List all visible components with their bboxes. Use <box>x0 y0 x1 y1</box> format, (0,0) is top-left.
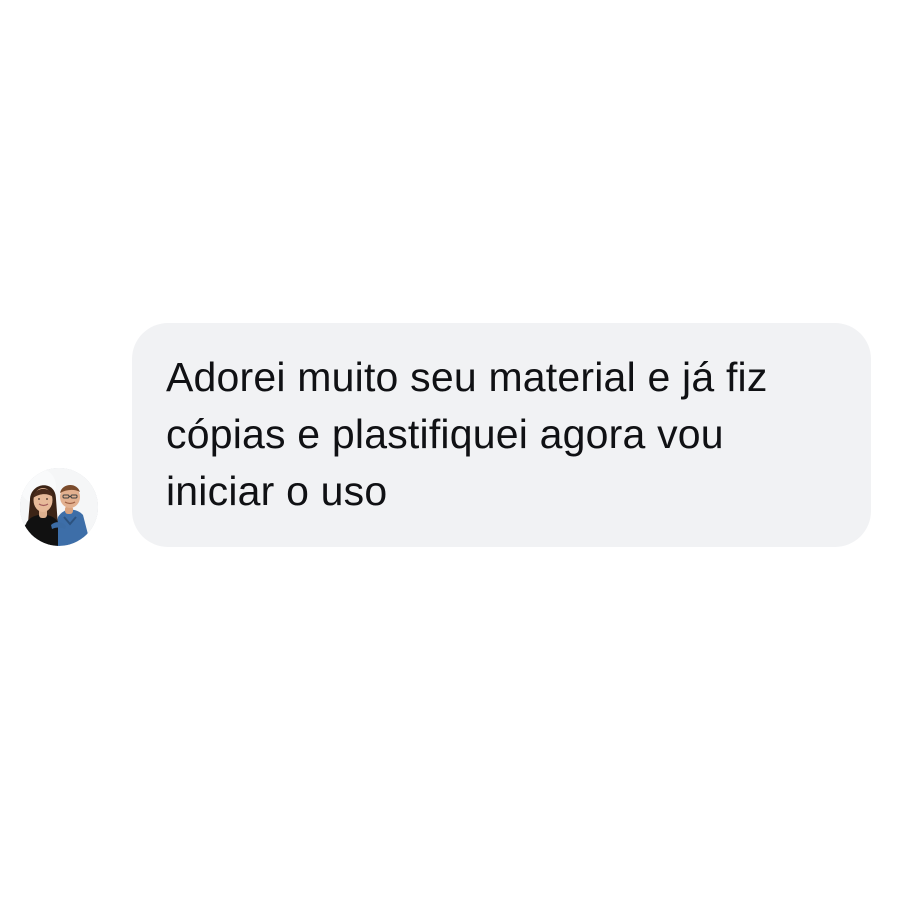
received-message-row: Adorei muito seu material e já fiz cópia… <box>0 0 900 900</box>
chat-screenshot: Adorei muito seu material e já fiz cópia… <box>0 0 900 900</box>
message-bubble[interactable]: Adorei muito seu material e já fiz cópia… <box>132 323 871 547</box>
avatar-photo-icon <box>20 468 98 546</box>
message-text: Adorei muito seu material e já fiz cópia… <box>166 354 768 514</box>
sender-avatar[interactable] <box>20 468 98 546</box>
